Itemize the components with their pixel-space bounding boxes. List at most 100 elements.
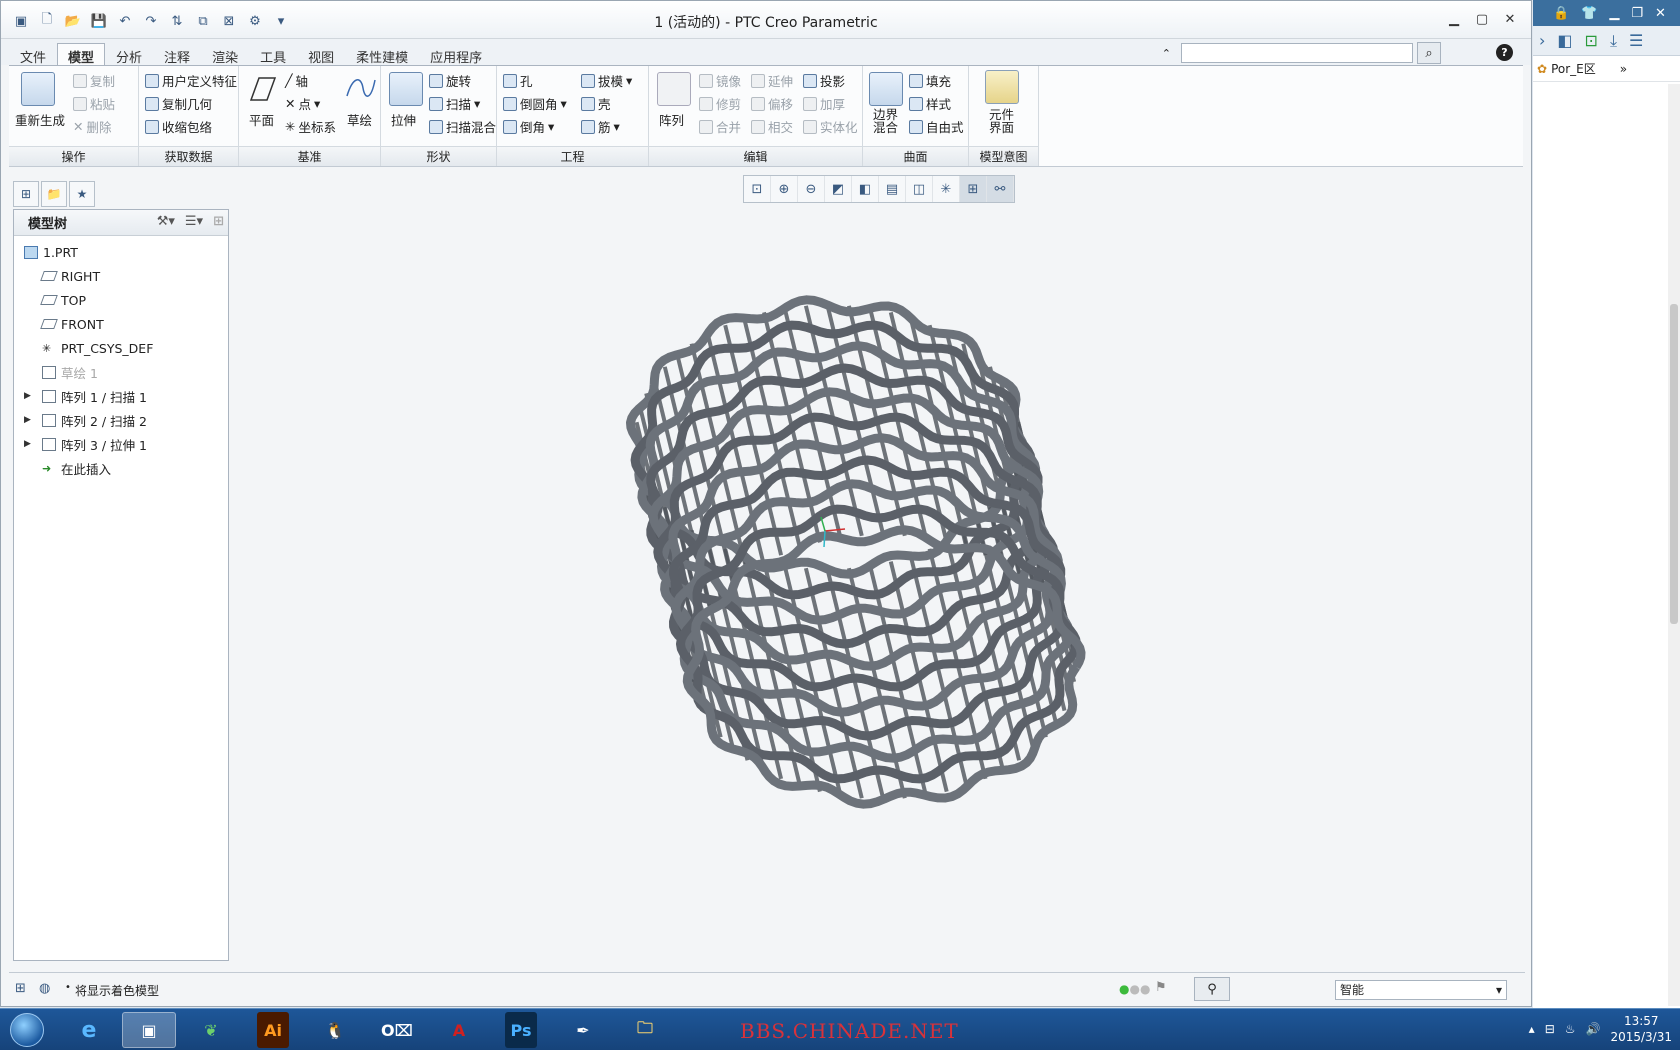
- axis-button[interactable]: ╱ 轴: [285, 71, 308, 90]
- delete-button[interactable]: ✕ 删除: [73, 117, 112, 136]
- chamfer-button[interactable]: 倒角 ▾: [503, 117, 554, 136]
- group-footer-shapes[interactable]: 形状: [381, 146, 496, 166]
- swept-blend-button[interactable]: 扫描混合: [429, 117, 496, 136]
- flag-icon[interactable]: ⚑: [1155, 980, 1167, 995]
- group-footer-get-data[interactable]: 获取数据: [139, 146, 238, 166]
- trim-button[interactable]: 修剪: [699, 94, 741, 113]
- tree-node[interactable]: TOP: [14, 288, 228, 312]
- collapse-ribbon-icon[interactable]: ⌃: [1162, 47, 1171, 60]
- copy-button[interactable]: 复制: [73, 71, 115, 90]
- forward-icon[interactable]: ›: [1539, 31, 1545, 50]
- tree-node[interactable]: ✳ PRT_CSYS_DEF: [14, 336, 228, 360]
- folder-browser-tab-icon[interactable]: 📁: [41, 181, 67, 207]
- model-tree-tab-icon[interactable]: ⊞: [13, 181, 39, 207]
- mirror-button[interactable]: 镜像: [699, 71, 741, 90]
- tree-show-icon[interactable]: ☰▾: [185, 214, 203, 229]
- volume-icon[interactable]: 🔊: [1586, 1022, 1601, 1036]
- draft-button[interactable]: 拔模 ▾: [581, 71, 632, 90]
- ie-icon[interactable]: e: [62, 1012, 116, 1048]
- tree-filter-icon[interactable]: ⊞: [213, 214, 224, 229]
- sketch-button[interactable]: 草绘: [347, 110, 372, 129]
- expand-arrow-icon[interactable]: ▶: [24, 391, 31, 401]
- plane-button[interactable]: 平面: [249, 110, 274, 129]
- graphics-window[interactable]: ⊡ ⊕ ⊖ ◩ ◧ ▤ ◫ ✳ ⊞ ⚯: [233, 171, 1525, 961]
- pen-app-icon[interactable]: ✒: [556, 1012, 610, 1048]
- tree-node[interactable]: FRONT: [14, 312, 228, 336]
- browser-toggle-icon[interactable]: ◍: [39, 981, 50, 996]
- group-footer-engineering[interactable]: 工程: [497, 146, 648, 166]
- freestyle-button[interactable]: 自由式: [909, 117, 964, 136]
- pattern-button[interactable]: 阵列: [659, 110, 684, 129]
- tree-settings-icon[interactable]: ⚒▾: [157, 214, 175, 229]
- photoshop-icon[interactable]: Ps: [505, 1012, 537, 1048]
- bookmark-link[interactable]: Por_E区: [1551, 60, 1596, 77]
- group-footer-operations[interactable]: 操作: [9, 146, 138, 166]
- download-icon[interactable]: ⤓: [1610, 31, 1617, 51]
- outlook-icon[interactable]: O⌧: [370, 1012, 424, 1048]
- side-close-icon[interactable]: ✕: [1655, 6, 1666, 21]
- tree-node[interactable]: 草绘 1: [14, 360, 228, 384]
- search-icon[interactable]: ⌕: [1417, 42, 1441, 64]
- rib-button[interactable]: 筋 ▾: [581, 117, 620, 136]
- favorites-tab-icon[interactable]: ★: [69, 181, 95, 207]
- network-icon[interactable]: ⊟: [1545, 1022, 1555, 1036]
- menu-icon[interactable]: ☰: [1629, 31, 1643, 50]
- tree-node[interactable]: RIGHT: [14, 264, 228, 288]
- group-footer-model-intent[interactable]: 模型意图: [969, 146, 1038, 166]
- illustrator-icon[interactable]: Ai: [257, 1012, 289, 1048]
- selection-filter[interactable]: 智能 ▾: [1335, 980, 1507, 1000]
- paste-button[interactable]: 粘贴: [73, 94, 115, 113]
- offset-button[interactable]: 偏移: [751, 94, 793, 113]
- solidify-button[interactable]: 实体化: [803, 117, 858, 136]
- group-footer-editing[interactable]: 编辑: [649, 146, 862, 166]
- tray-expand-icon[interactable]: ▴: [1529, 1022, 1535, 1036]
- intersect-button[interactable]: 相交: [751, 117, 793, 136]
- search-input[interactable]: [1181, 43, 1413, 63]
- tray-app-icon[interactable]: ♨: [1565, 1022, 1576, 1036]
- hole-button[interactable]: 孔: [503, 71, 533, 90]
- acrobat-icon[interactable]: A: [432, 1012, 486, 1048]
- point-button[interactable]: ✕ 点 ▾: [285, 94, 320, 113]
- clock[interactable]: 13:57 2015/3/31: [1610, 1013, 1672, 1045]
- thicken-button[interactable]: 加厚: [803, 94, 845, 113]
- app-leaf-icon[interactable]: ❦: [184, 1012, 238, 1048]
- sidebar-toggle-icon[interactable]: ◧: [1557, 31, 1572, 50]
- group-footer-surfaces[interactable]: 曲面: [863, 146, 968, 166]
- project-button[interactable]: 投影: [803, 71, 845, 90]
- round-button[interactable]: 倒圆角 ▾: [503, 94, 567, 113]
- component-interface-button[interactable]: 元件 界面: [989, 108, 1014, 134]
- merge-button[interactable]: 合并: [699, 117, 741, 136]
- side-minimize-icon[interactable]: ▁: [1609, 6, 1619, 21]
- start-button[interactable]: [4, 1011, 50, 1049]
- expand-arrow-icon[interactable]: ▶: [24, 415, 31, 425]
- tree-node[interactable]: ▶ 阵列 2 / 扫描 2: [14, 408, 228, 432]
- maximize-icon[interactable]: ▢: [1471, 9, 1493, 29]
- side-scrollbar-thumb[interactable]: [1670, 304, 1678, 624]
- tree-node[interactable]: ▶ 阵列 3 / 拉伸 1: [14, 432, 228, 456]
- udf-button[interactable]: 用户定义特征: [145, 71, 237, 90]
- creo-taskbar-icon[interactable]: ▣: [122, 1012, 176, 1048]
- boundary-blend-button[interactable]: 边界 混合: [873, 108, 898, 134]
- revolve-button[interactable]: 旋转: [429, 71, 471, 90]
- find-icon[interactable]: ⚲: [1194, 977, 1230, 1001]
- tree-node[interactable]: 1.PRT: [14, 240, 228, 264]
- tree-node[interactable]: ➜ 在此插入: [14, 456, 228, 480]
- extrude-button[interactable]: 拉伸: [391, 110, 416, 129]
- extend-button[interactable]: 延伸: [751, 71, 793, 90]
- lock-icon[interactable]: 🔒: [1553, 6, 1569, 21]
- navigator-toggle-icon[interactable]: ⊞: [15, 981, 26, 996]
- tree-node[interactable]: ▶ 阵列 1 / 扫描 1: [14, 384, 228, 408]
- side-restore-icon[interactable]: ❐: [1631, 6, 1643, 21]
- style-button[interactable]: 样式: [909, 94, 951, 113]
- regenerate-button[interactable]: 重新生成: [15, 110, 65, 129]
- help-icon[interactable]: ?: [1496, 44, 1513, 61]
- group-footer-datum[interactable]: 基准: [239, 146, 380, 166]
- shirt-icon[interactable]: 👕: [1581, 6, 1597, 21]
- shell-button[interactable]: 壳: [581, 94, 611, 113]
- close-icon[interactable]: ✕: [1499, 9, 1521, 29]
- minimize-icon[interactable]: ▁: [1443, 9, 1465, 29]
- side-scrollbar[interactable]: [1668, 84, 1680, 1006]
- crop-icon[interactable]: ⊡: [1585, 31, 1598, 50]
- woven-ring-model[interactable]: [233, 171, 1525, 961]
- explorer-icon[interactable]: 🗀: [618, 1012, 672, 1048]
